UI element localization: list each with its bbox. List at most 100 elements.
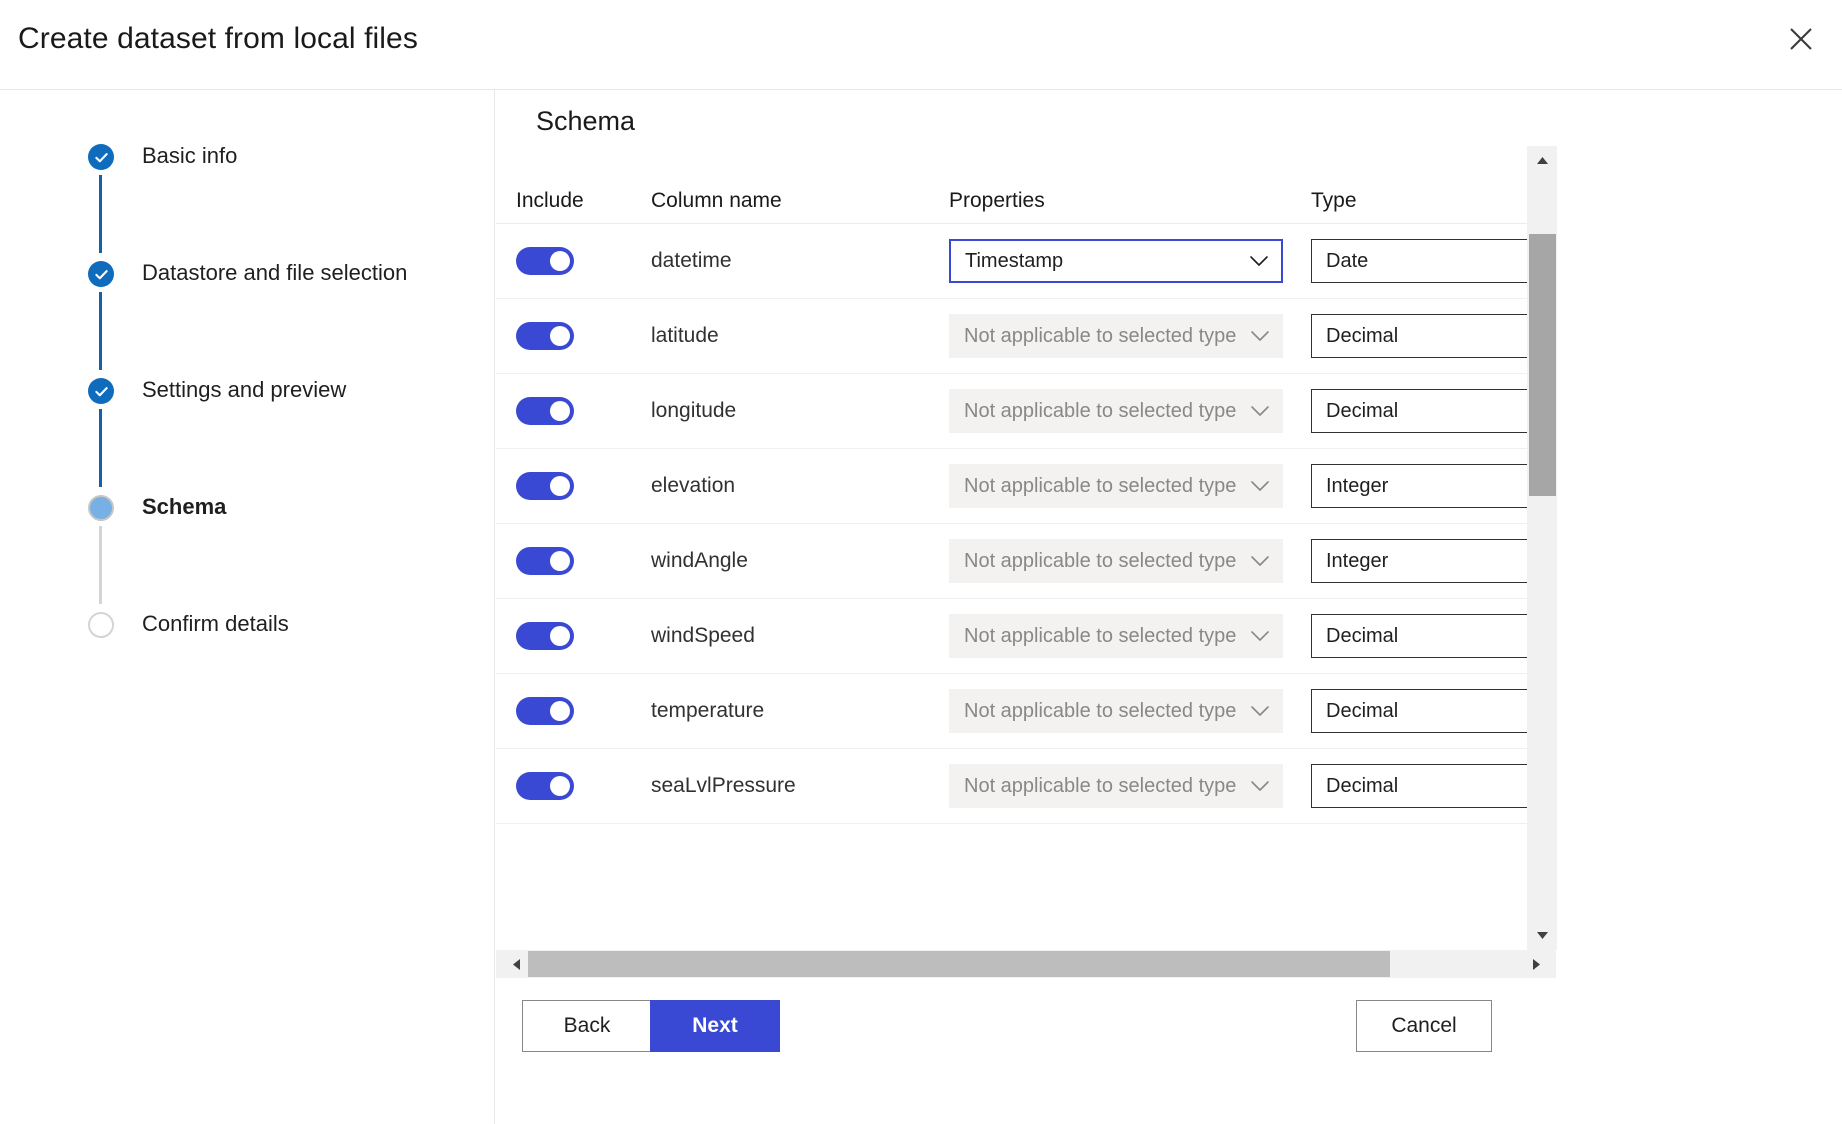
table-row: seaLvlPressure Not applicable to selected…: [496, 749, 1527, 824]
type-dropdown[interactable]: Decimal: [1311, 314, 1527, 358]
column-name-cell: datetime: [651, 249, 949, 273]
properties-dropdown[interactable]: Not applicable to selected type: [949, 389, 1283, 433]
include-cell: [496, 397, 651, 425]
column-name-label: temperature: [651, 699, 764, 723]
table-row: elevation Not applicable to selected type…: [496, 449, 1527, 524]
type-cell: Decimal: [1311, 764, 1527, 808]
chevron-down-icon: [1250, 700, 1270, 723]
table-row: temperature Not applicable to selected ty…: [496, 674, 1527, 749]
type-dropdown-value: Decimal: [1326, 775, 1398, 798]
type-dropdown[interactable]: Decimal: [1311, 389, 1527, 433]
caret-down-icon[interactable]: [1528, 921, 1557, 950]
chevron-down-icon: [1249, 250, 1269, 273]
type-dropdown-value: Decimal: [1326, 400, 1398, 423]
column-header-properties: Properties: [949, 189, 1311, 223]
properties-dropdown-value: Timestamp: [965, 250, 1063, 273]
table-row: datetime Timestamp Date: [496, 224, 1527, 299]
type-dropdown-value: Date: [1326, 250, 1368, 273]
include-cell: [496, 547, 651, 575]
type-dropdown[interactable]: Decimal: [1311, 764, 1527, 808]
table-header-row: Include Column name Properties Type: [496, 146, 1527, 224]
caret-up-icon[interactable]: [1528, 146, 1557, 175]
cancel-button[interactable]: Cancel: [1356, 1000, 1492, 1052]
properties-dropdown[interactable]: Not applicable to selected type: [949, 614, 1283, 658]
sidebar-item-datastore-and-file-selection[interactable]: Datastore and file selection: [88, 259, 407, 376]
close-icon[interactable]: [1780, 18, 1822, 60]
caret-left-icon[interactable]: [502, 950, 530, 978]
horizontal-scrollbar[interactable]: [496, 950, 1556, 978]
table-row: latitudeNot applicable to selected typeD…: [496, 299, 1527, 374]
toggle-knob: [550, 776, 570, 796]
type-cell: Integer: [1311, 464, 1527, 508]
include-toggle[interactable]: [516, 472, 574, 500]
properties-dropdown[interactable]: Not applicable to selected type: [949, 764, 1283, 808]
include-cell: [496, 622, 651, 650]
column-name-label: windSpeed: [651, 624, 755, 648]
properties-dropdown[interactable]: Not applicable to selected type: [949, 464, 1283, 508]
step-connector: [99, 526, 102, 604]
properties-cell: Not applicable to selected type: [949, 689, 1311, 733]
column-name-cell: temperature: [651, 699, 949, 723]
properties-cell: Not applicable to selected type: [949, 464, 1311, 508]
sidebar-item-settings-and-preview[interactable]: Settings and preview: [88, 376, 407, 493]
column-name-label: longitude: [651, 399, 736, 423]
type-dropdown[interactable]: Integer: [1311, 464, 1527, 508]
wizard-step-list: Basic info Datastore and file selection: [88, 142, 407, 638]
sidebar-item-schema[interactable]: Schema: [88, 493, 407, 610]
table-row: longitude Not applicable to selected type…: [496, 374, 1527, 449]
type-dropdown[interactable]: Date: [1311, 239, 1527, 283]
include-cell: [496, 247, 651, 275]
properties-dropdown[interactable]: Not applicable to selected type: [949, 689, 1283, 733]
chevron-down-icon: [1250, 550, 1270, 573]
include-toggle[interactable]: [516, 322, 574, 350]
properties-cell: Not applicable to selected type: [949, 389, 1311, 433]
column-name-label: seaLvlPressure: [651, 774, 796, 798]
type-cell: Date: [1311, 239, 1527, 283]
include-toggle[interactable]: [516, 622, 574, 650]
horizontal-scrollbar-thumb[interactable]: [528, 951, 1390, 977]
sidebar-item-basic-info[interactable]: Basic info: [88, 142, 407, 259]
step-connector: [99, 292, 102, 370]
include-toggle[interactable]: [516, 772, 574, 800]
caret-right-icon[interactable]: [1522, 950, 1550, 978]
properties-dropdown-value: Not applicable to selected type: [964, 475, 1236, 498]
schema-table-viewport: Include Column name Properties Type date…: [496, 146, 1527, 950]
include-cell: [496, 772, 651, 800]
include-cell: [496, 472, 651, 500]
properties-dropdown-value: Not applicable to selected type: [964, 325, 1236, 348]
sidebar-item-label: Confirm details: [142, 611, 289, 637]
type-dropdown[interactable]: Decimal: [1311, 689, 1527, 733]
next-button[interactable]: Next: [650, 1000, 780, 1052]
properties-dropdown-value: Not applicable to selected type: [964, 700, 1236, 723]
include-toggle[interactable]: [516, 697, 574, 725]
type-dropdown[interactable]: Decimal: [1311, 614, 1527, 658]
include-toggle[interactable]: [516, 397, 574, 425]
include-toggle[interactable]: [516, 547, 574, 575]
column-header-column-name: Column name: [651, 189, 949, 223]
properties-dropdown[interactable]: Not applicable to selected type: [949, 314, 1283, 358]
properties-cell: Not applicable to selected type: [949, 614, 1311, 658]
toggle-knob: [550, 251, 570, 271]
step-marker: [88, 261, 114, 287]
vertical-scrollbar-thumb[interactable]: [1529, 234, 1556, 496]
include-cell: [496, 697, 651, 725]
chevron-down-icon: [1250, 475, 1270, 498]
schema-table: Include Column name Properties Type date…: [496, 146, 1527, 824]
page-title: Schema: [536, 106, 635, 137]
properties-dropdown[interactable]: Timestamp: [949, 239, 1283, 283]
dialog-title: Create dataset from local files: [18, 22, 418, 56]
back-button[interactable]: Back: [522, 1000, 652, 1052]
chevron-down-icon: [1250, 625, 1270, 648]
sidebar-item-confirm-details[interactable]: Confirm details: [88, 610, 407, 638]
column-name-label: elevation: [651, 474, 735, 498]
type-cell: Integer: [1311, 539, 1527, 583]
toggle-knob: [550, 401, 570, 421]
include-toggle[interactable]: [516, 247, 574, 275]
vertical-scrollbar[interactable]: [1527, 146, 1557, 950]
properties-dropdown[interactable]: Not applicable to selected type: [949, 539, 1283, 583]
column-name-label: datetime: [651, 249, 732, 273]
properties-cell: Not applicable to selected type: [949, 314, 1311, 358]
chevron-down-icon: [1250, 775, 1270, 798]
type-cell: Decimal: [1311, 389, 1527, 433]
type-dropdown[interactable]: Integer: [1311, 539, 1527, 583]
